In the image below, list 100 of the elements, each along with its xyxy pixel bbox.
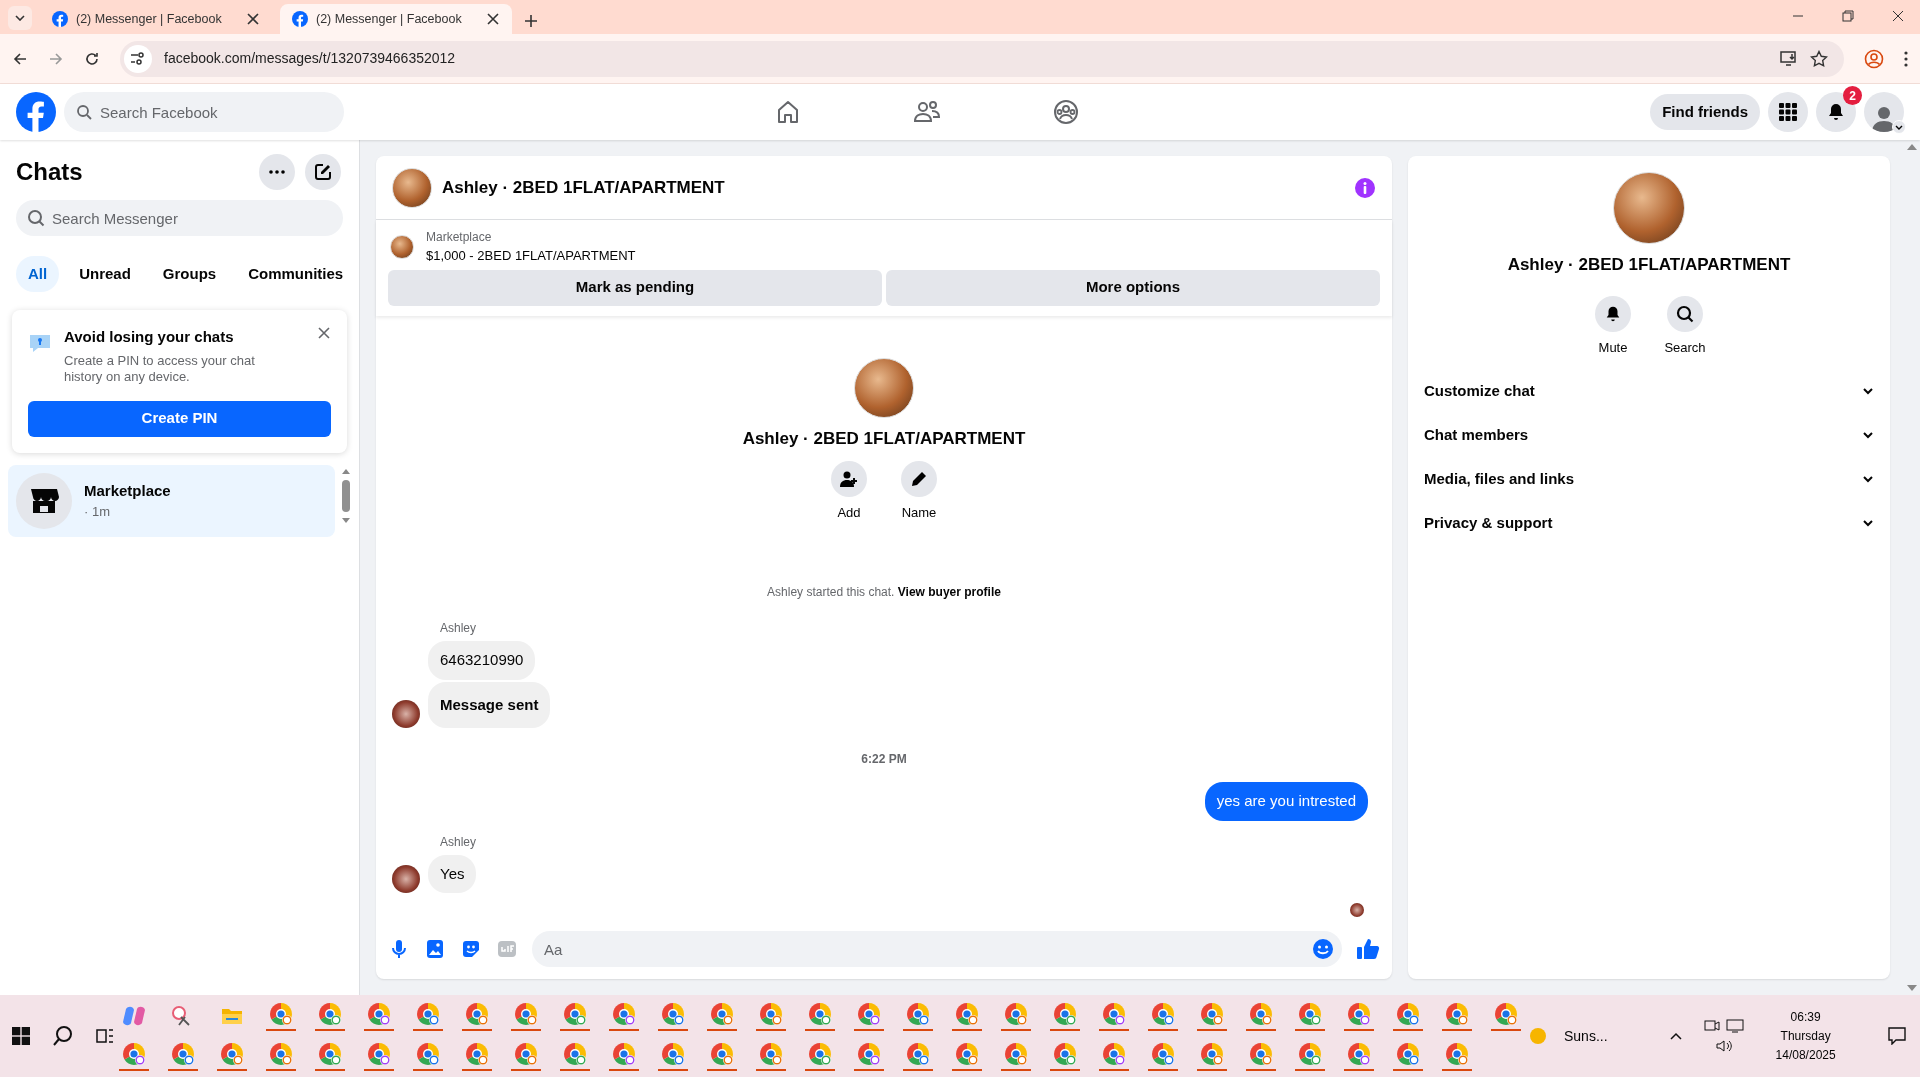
image-icon[interactable]	[424, 938, 446, 960]
close-window-icon[interactable]	[1892, 10, 1904, 22]
browser-app-icon[interactable]	[1200, 1041, 1224, 1066]
browser-app-icon[interactable]	[220, 1041, 244, 1066]
profile-icon[interactable]	[1864, 48, 1884, 69]
browser-app-icon[interactable]	[1004, 1001, 1028, 1026]
search-icon[interactable]	[52, 1025, 74, 1047]
sticker-icon[interactable]	[460, 938, 482, 960]
copilot-icon[interactable]	[122, 1005, 146, 1027]
browser-app-icon[interactable]	[1102, 1041, 1126, 1066]
browser-app-icon[interactable]	[710, 1041, 734, 1066]
browser-app-icon[interactable]	[122, 1041, 146, 1066]
pencil-icon[interactable]	[901, 461, 937, 497]
facebook-logo-icon[interactable]	[292, 11, 308, 27]
scroll-up-icon[interactable]	[1907, 144, 1917, 150]
browser-app-icon[interactable]	[1298, 1041, 1322, 1066]
groups-icon[interactable]	[1053, 99, 1080, 125]
bookmark-star-icon[interactable]	[1810, 49, 1828, 68]
chevron-down-icon[interactable]	[1862, 473, 1874, 485]
task-view-icon[interactable]	[96, 1027, 114, 1045]
network-icon[interactable]	[1725, 1019, 1744, 1033]
emoji-icon[interactable]	[1312, 938, 1334, 960]
browser-app-icon[interactable]	[1249, 1001, 1273, 1026]
browser-app-icon[interactable]	[1396, 1041, 1420, 1066]
close-icon[interactable]	[317, 326, 331, 340]
search-messenger-field[interactable]: Search Messenger	[16, 200, 343, 236]
add-person-icon[interactable]	[831, 461, 867, 497]
chevron-up-icon[interactable]	[1669, 1032, 1682, 1040]
browser-app-icon[interactable]	[514, 1001, 538, 1026]
browser-app-icon[interactable]	[906, 1041, 930, 1066]
back-icon[interactable]	[12, 50, 28, 67]
browser-app-icon[interactable]	[906, 1001, 930, 1026]
info-icon[interactable]	[1354, 176, 1376, 199]
browser-app-icon[interactable]	[465, 1041, 489, 1066]
browser-app-icon[interactable]	[1053, 1041, 1077, 1066]
scroll-down-icon[interactable]	[342, 517, 350, 523]
browser-app-icon[interactable]	[1151, 1041, 1175, 1066]
filter-tab[interactable]: Groups	[150, 256, 229, 292]
site-settings-icon[interactable]	[130, 51, 146, 66]
browser-app-icon[interactable]	[1200, 1001, 1224, 1026]
new-message-button[interactable]	[305, 154, 341, 190]
meeting-icon[interactable]	[1703, 1019, 1720, 1033]
browser-app-icon[interactable]	[612, 1001, 636, 1026]
restore-icon[interactable]	[1842, 10, 1854, 22]
details-section[interactable]: Chat members	[1416, 413, 1882, 457]
browser-app-icon[interactable]	[1347, 1001, 1371, 1026]
browser-app-icon[interactable]	[808, 1001, 832, 1026]
folder-icon[interactable]	[221, 1007, 243, 1025]
chevron-down-icon[interactable]	[1862, 517, 1874, 529]
notification-center-icon[interactable]	[1887, 1027, 1906, 1045]
browser-app-icon[interactable]	[367, 1001, 391, 1026]
browser-app-icon[interactable]	[1249, 1041, 1273, 1066]
find-friends-button[interactable]: Find friends	[1650, 94, 1760, 130]
facebook-logo-icon[interactable]	[52, 11, 68, 27]
browser-app-icon[interactable]	[563, 1001, 587, 1026]
notifications-button[interactable]	[1816, 92, 1856, 132]
close-icon[interactable]	[246, 12, 260, 26]
browser-app-icon[interactable]	[661, 1001, 685, 1026]
more-button[interactable]	[259, 154, 295, 190]
browser-app-icon[interactable]	[661, 1041, 685, 1066]
browser-app-icon[interactable]	[1396, 1001, 1420, 1026]
details-section[interactable]: Privacy & support	[1416, 501, 1882, 545]
browser-app-icon[interactable]	[563, 1041, 587, 1066]
browser-app-icon[interactable]	[710, 1001, 734, 1026]
clock-time[interactable]: 06:39	[1790, 1007, 1821, 1027]
browser-app-icon[interactable]	[269, 1041, 293, 1066]
browser-app-icon[interactable]	[857, 1001, 881, 1026]
browser-app-icon[interactable]	[759, 1001, 783, 1026]
reload-icon[interactable]	[84, 50, 100, 67]
chat-list-item[interactable]: Marketplace · 1m	[8, 464, 335, 537]
clock-day[interactable]: Thursday	[1780, 1026, 1831, 1046]
message-input[interactable]: Aa	[532, 931, 1342, 967]
weather-text[interactable]: Suns...	[1564, 1025, 1608, 1047]
close-icon[interactable]	[486, 12, 500, 26]
browser-app-icon[interactable]	[416, 1001, 440, 1026]
browser-app-icon[interactable]	[1494, 1001, 1518, 1026]
browser-app-icon[interactable]	[808, 1041, 832, 1066]
forward-icon[interactable]	[48, 50, 64, 67]
menu-button[interactable]	[1768, 92, 1808, 132]
search-icon[interactable]	[1667, 295, 1703, 332]
bell-icon[interactable]	[1595, 295, 1631, 332]
browser-tab[interactable]: (2) Messenger | Facebook	[280, 4, 512, 34]
browser-app-icon[interactable]	[1004, 1041, 1028, 1066]
filter-tab[interactable]: Communities	[236, 256, 356, 292]
install-icon[interactable]	[1780, 50, 1798, 67]
browser-app-icon[interactable]	[612, 1041, 636, 1066]
friends-icon[interactable]	[913, 99, 942, 125]
browser-app-icon[interactable]	[367, 1041, 391, 1066]
browser-app-icon[interactable]	[269, 1001, 293, 1026]
windows-start-icon[interactable]	[12, 1027, 30, 1045]
new-tab-icon[interactable]	[524, 14, 538, 28]
volume-icon[interactable]	[1715, 1039, 1732, 1053]
address-bar[interactable]: facebook.com/messages/t/1320739466352012	[120, 40, 1844, 77]
browser-app-icon[interactable]	[955, 1041, 979, 1066]
scrollbar-thumb[interactable]	[342, 479, 350, 512]
thumbs-up-icon[interactable]	[1356, 937, 1380, 961]
browser-app-icon[interactable]	[1445, 1001, 1469, 1026]
browser-app-icon[interactable]	[759, 1041, 783, 1066]
browser-app-icon[interactable]	[318, 1001, 342, 1026]
create-pin-button[interactable]: Create PIN	[28, 400, 331, 437]
